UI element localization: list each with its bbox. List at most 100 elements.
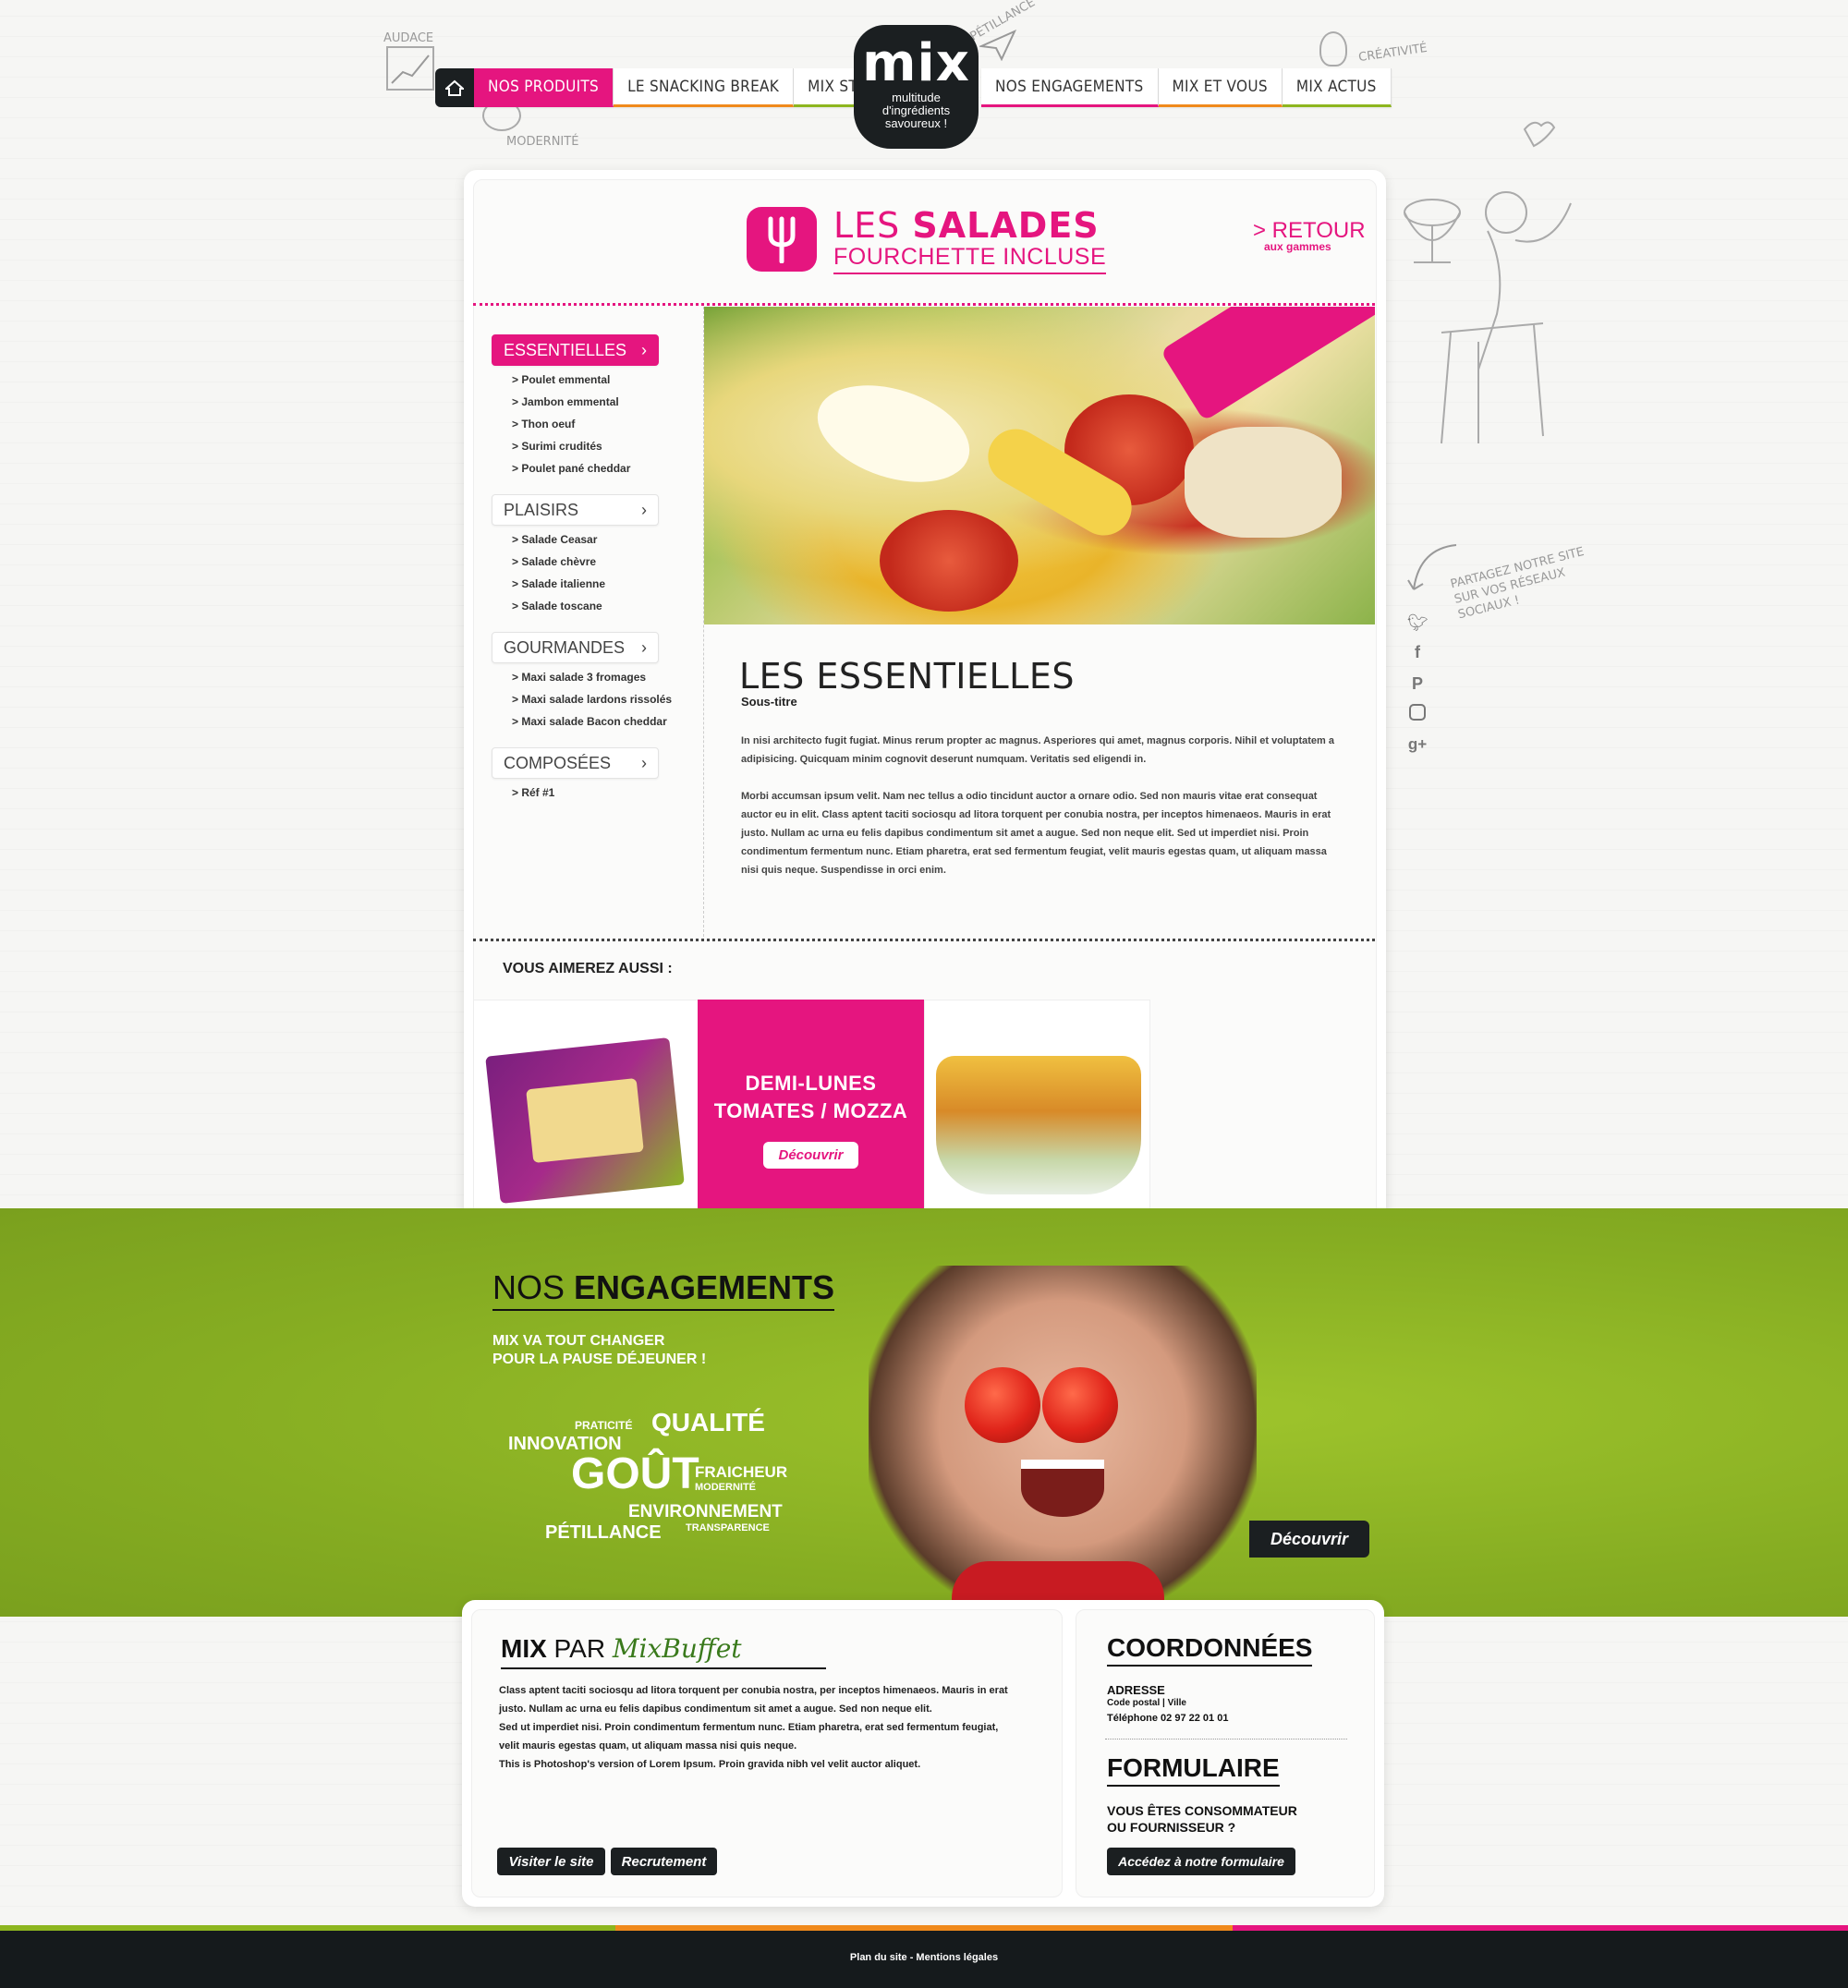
chevron-right-icon: › xyxy=(641,753,647,772)
sidebar-item[interactable]: > Jambon emmental xyxy=(512,395,619,408)
category-composees[interactable]: COMPOSÉES › xyxy=(492,747,659,779)
chevron-right-icon: › xyxy=(641,500,647,519)
sidebar-item[interactable]: > Salade toscane xyxy=(512,600,602,612)
egg-shape xyxy=(805,368,982,500)
formulaire-button[interactable]: Accédez à notre formulaire xyxy=(1107,1848,1295,1875)
word-transparence: TRANSPARENCE xyxy=(686,1522,770,1533)
sidebar-item[interactable]: > Surimi crudités xyxy=(512,440,602,453)
sidebar-item[interactable]: > Poulet emmental xyxy=(512,373,610,386)
sidebar-item[interactable]: > Salade Ceasar xyxy=(512,533,597,546)
home-button[interactable] xyxy=(435,68,474,107)
nav-nos-engagements[interactable]: NOS ENGAGEMENTS xyxy=(981,68,1159,107)
postal-code-city: Code postal | Ville xyxy=(1107,1698,1186,1708)
retour-sub[interactable]: aux gammes xyxy=(1264,240,1331,253)
chicken-shape xyxy=(1185,427,1342,538)
footer-about-text: Class aptent taciti sociosqu ad litora t… xyxy=(499,1681,1035,1774)
tomato-left xyxy=(965,1367,1040,1443)
content-paragraph-2: Morbi accumsan ipsum velit. Nam nec tell… xyxy=(741,791,1331,876)
product-box-window xyxy=(526,1077,644,1164)
mixbuffet-logo: MixBuffet xyxy=(612,1633,742,1664)
chevron-right-icon: › xyxy=(641,637,647,657)
pink-fork-shape xyxy=(1160,307,1375,422)
visiter-le-site-button[interactable]: Visiter le site xyxy=(497,1848,605,1875)
logo-mark: mix xyxy=(862,33,970,93)
category-essentielles[interactable]: ESSENTIELLES › xyxy=(492,334,659,366)
sidebar-item[interactable]: > Salade italienne xyxy=(512,577,605,590)
tomato-shape xyxy=(880,510,1018,612)
formulaire-question-1: VOUS ÊTES CONSOMMATEUR xyxy=(1107,1803,1297,1818)
word-modernite: MODERNITÉ xyxy=(695,1482,756,1493)
engagements-title-bold: ENGAGEMENTS xyxy=(574,1268,835,1306)
open-mouth-shape xyxy=(1021,1460,1104,1517)
range-title-bold: SALADES xyxy=(912,205,1100,246)
sidebar-item[interactable]: > Salade chèvre xyxy=(512,555,596,568)
coordonnees-title: COORDONNÉES xyxy=(1107,1633,1313,1667)
bottom-links[interactable]: Plan du site - Mentions légales xyxy=(0,1952,1848,1963)
range-subtitle: FOURCHETTE INCLUSE xyxy=(833,244,1107,274)
footer-text-line: Class aptent taciti sociosqu ad litora t… xyxy=(499,1685,1008,1696)
facebook-icon[interactable]: f xyxy=(1407,643,1428,663)
related-product-mediterraneenne[interactable] xyxy=(473,1000,699,1238)
pink-divider xyxy=(473,303,1375,306)
word-environnement: ENVIRONNEMENT xyxy=(628,1502,783,1521)
sidebar-item[interactable]: > Poulet pané cheddar xyxy=(512,462,630,475)
pinterest-icon[interactable]: P xyxy=(1407,674,1428,695)
category-label: ESSENTIELLES xyxy=(504,340,627,359)
main-nav-left: NOS PRODUITS LE SNACKING BREAK MIX STORY xyxy=(435,68,902,107)
google-plus-icon[interactable]: g+ xyxy=(1407,735,1428,756)
engagements-lead-2: POUR LA PAUSE DÉJEUNER ! xyxy=(492,1352,707,1367)
mix-par-mixbuffet-title: MIX PAR MixBuffet xyxy=(501,1633,826,1669)
nav-nos-produits[interactable]: NOS PRODUITS xyxy=(474,68,614,107)
word-gout: GOÛT xyxy=(571,1449,699,1498)
category-plaisirs[interactable]: PLAISIRS › xyxy=(492,494,659,526)
engagements-lead: MIX VA TOUT CHANGER POUR LA PAUSE DÉJEUN… xyxy=(492,1332,733,1369)
mix-par-par: PAR xyxy=(546,1634,613,1663)
word-petillance: PÉTILLANCE xyxy=(545,1522,662,1543)
fork-icon xyxy=(747,207,817,272)
product-bowl-image xyxy=(936,1056,1141,1194)
chart-doodle-icon xyxy=(386,46,434,91)
sidebar-item[interactable]: > Maxi salade lardons rissolés xyxy=(512,693,672,706)
main-nav-right: NOS ENGAGEMENTS MIX ET VOUS MIX ACTUS xyxy=(981,68,1392,107)
paper-plane-doodle-icon xyxy=(978,28,1017,66)
sidebar-item[interactable]: > Maxi salade Bacon cheddar xyxy=(512,715,667,728)
related-product-boulettes[interactable] xyxy=(924,1000,1150,1238)
content-subtitle: Sous-titre xyxy=(741,695,797,709)
recrutement-button[interactable]: Recrutement xyxy=(611,1848,717,1875)
footer-text-line: velit mauris egestas quam, ut aliquam ma… xyxy=(499,1740,797,1752)
doodle-creativite: CRÉATIVITÉ xyxy=(1357,41,1429,66)
footer-text-line: Sed ut imperdiet nisi. Proin condimentum… xyxy=(499,1722,999,1733)
sidebar-item[interactable]: > Thon oeuf xyxy=(512,418,575,430)
decouvrir-button[interactable]: Découvrir xyxy=(763,1141,858,1169)
engagements-lead-1: MIX VA TOUT CHANGER xyxy=(492,1333,665,1349)
contact-divider xyxy=(1105,1739,1347,1740)
footer-text-line: justo. Nullam ac urna eu felis dapibus c… xyxy=(499,1703,932,1715)
promo-line-2: TOMATES / MOZZA xyxy=(713,1098,908,1122)
content-paragraph-1: In nisi architecto fugit fugiat. Minus r… xyxy=(741,735,1334,765)
engagements-title-light: NOS xyxy=(492,1268,575,1306)
engagements-decouvrir-button[interactable]: Découvrir xyxy=(1249,1521,1369,1558)
related-product-demi-lunes[interactable]: DEMI-LUNES TOMATES / MOZZA Découvrir xyxy=(698,1000,924,1238)
mix-par-mix: MIX xyxy=(501,1634,547,1663)
nav-mix-actus[interactable]: MIX ACTUS xyxy=(1282,68,1392,107)
sidebar-item[interactable]: > Réf #1 xyxy=(512,786,554,799)
promo-line-1: DEMI-LUNES xyxy=(745,1071,877,1095)
doodle-modernite: MODERNITÉ xyxy=(506,135,579,149)
sidebar-item[interactable]: > Maxi salade 3 fromages xyxy=(512,671,646,684)
footer-text-line: This is Photoshop's version of Lorem Ips… xyxy=(499,1759,921,1770)
formulaire-question-2: OU FOURNISSEUR ? xyxy=(1107,1820,1236,1835)
lightbulb-doodle-icon xyxy=(1319,31,1347,67)
nav-snacking-break[interactable]: LE SNACKING BREAK xyxy=(614,68,795,107)
logo-tagline: multitude d'ingrédients savoureux ! xyxy=(882,91,950,130)
category-gourmandes[interactable]: GOURMANDES › xyxy=(492,632,659,663)
twitter-icon[interactable]: 🐦︎ xyxy=(1407,613,1429,634)
nav-mix-et-vous[interactable]: MIX ET VOUS xyxy=(1158,68,1283,107)
doodle-audace: AUDACE xyxy=(383,31,434,45)
logo-tagline-2: d'ingrédients xyxy=(881,103,951,117)
instagram-icon[interactable] xyxy=(1407,704,1428,724)
woman-sketch-illustration xyxy=(1386,111,1608,453)
chevron-right-icon: › xyxy=(641,340,647,359)
mix-logo[interactable]: mix multitude d'ingrédients savoureux ! xyxy=(854,25,979,149)
salad-hero-photo xyxy=(704,307,1375,624)
related-heading: VOUS AIMEREZ AUSSI : xyxy=(503,961,673,976)
